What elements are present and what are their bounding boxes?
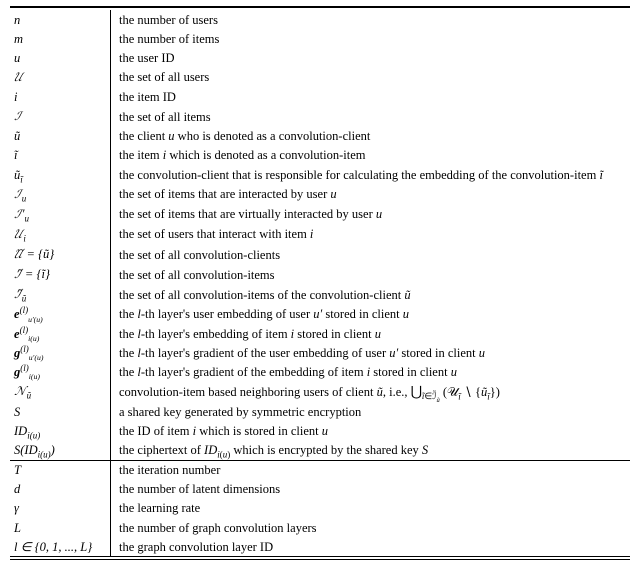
- table-row: ĩthe item i which is denoted as a convol…: [10, 146, 630, 165]
- symbol-cell: e(l)u′(u): [10, 305, 111, 324]
- description-cell: the set of items that are virtually inte…: [111, 204, 631, 224]
- description-cell: a shared key generated by symmetric encr…: [111, 402, 631, 421]
- symbol-cell: ũĩ: [10, 165, 111, 184]
- table-row: 𝒰̃ = {ũ}the set of all convolution-clien…: [10, 245, 630, 265]
- description-cell: the l-th layer's embedding of item i sto…: [111, 324, 631, 343]
- symbol-cell: i: [10, 88, 111, 107]
- table-row: Tthe iteration number: [10, 461, 630, 480]
- table-row: 𝒩ũconvolution-item based neighboring use…: [10, 381, 630, 402]
- description-cell: the item ID: [111, 88, 631, 107]
- table-row: g(l)u′(u)the l-th layer's gradient of th…: [10, 343, 630, 362]
- description-cell: the set of all convolution-clients: [111, 245, 631, 265]
- symbol-cell: ũ: [10, 127, 111, 146]
- table-row: nthe number of users: [10, 10, 630, 29]
- table-row: 𝒰ithe set of users that interact with it…: [10, 224, 630, 244]
- table-row: g(l)i(u)the l-th layer's gradient of the…: [10, 362, 630, 381]
- description-cell: the number of graph convolution layers: [111, 518, 631, 537]
- symbol-cell: g(l)u′(u): [10, 343, 111, 362]
- table-row: e(l)u′(u)the l-th layer's user embedding…: [10, 305, 630, 324]
- table-row: ℐ̃ũthe set of all convolution-items of t…: [10, 285, 630, 305]
- table-row: uthe user ID: [10, 48, 630, 67]
- symbol-cell: 𝒩ũ: [10, 381, 111, 402]
- description-cell: the set of users that interact with item…: [111, 224, 631, 244]
- symbol-cell: e(l)i(u): [10, 324, 111, 343]
- description-cell: the convolution-client that is responsib…: [111, 165, 631, 184]
- description-cell: the number of users: [111, 10, 631, 29]
- description-cell: the graph convolution layer ID: [111, 537, 631, 557]
- symbol-cell: l ∈ {0, 1, ..., L}: [10, 537, 111, 557]
- table-row: γthe learning rate: [10, 499, 630, 518]
- description-cell: the ID of item i which is stored in clie…: [111, 421, 631, 440]
- symbol-cell: 𝒰i: [10, 224, 111, 244]
- description-cell: the l-th layer's gradient of the embeddi…: [111, 362, 631, 381]
- symbol-cell: ℐ: [10, 107, 111, 127]
- symbol-cell: ℐ′u: [10, 204, 111, 224]
- notation-table: nthe number of usersmthe number of items…: [10, 6, 630, 560]
- description-cell: the set of all users: [111, 67, 631, 87]
- symbol-cell: ĩ: [10, 146, 111, 165]
- table-row: ℐ̃ = {ĩ}the set of all convolution-items: [10, 265, 630, 285]
- description-cell: the set of items that are interacted by …: [111, 184, 631, 204]
- symbol-cell: S(IDi(u)): [10, 441, 111, 461]
- table-row: S(IDi(u))the ciphertext of IDi(u) which …: [10, 441, 630, 461]
- table-row: ℐuthe set of items that are interacted b…: [10, 184, 630, 204]
- description-cell: the set of all items: [111, 107, 631, 127]
- description-cell: the user ID: [111, 48, 631, 67]
- symbol-cell: IDi(u): [10, 421, 111, 440]
- table-row: Sa shared key generated by symmetric enc…: [10, 402, 630, 421]
- symbol-cell: T: [10, 461, 111, 480]
- table-row: ℐthe set of all items: [10, 107, 630, 127]
- description-cell: the set of all convolution-items of the …: [111, 285, 631, 305]
- table-row: e(l)i(u)the l-th layer's embedding of it…: [10, 324, 630, 343]
- description-cell: the number of items: [111, 29, 631, 48]
- table-row: 𝒰the set of all users: [10, 67, 630, 87]
- symbol-cell: g(l)i(u): [10, 362, 111, 381]
- description-cell: the client u who is denoted as a convolu…: [111, 127, 631, 146]
- table-row: IDi(u)the ID of item i which is stored i…: [10, 421, 630, 440]
- description-cell: the set of all convolution-items: [111, 265, 631, 285]
- description-cell: the learning rate: [111, 499, 631, 518]
- table-row: ℐ′uthe set of items that are virtually i…: [10, 204, 630, 224]
- symbol-cell: ℐu: [10, 184, 111, 204]
- symbol-cell: 𝒰: [10, 67, 111, 87]
- table-row: ithe item ID: [10, 88, 630, 107]
- description-cell: the number of latent dimensions: [111, 480, 631, 499]
- table-row: mthe number of items: [10, 29, 630, 48]
- symbol-cell: ℐ̃ = {ĩ}: [10, 265, 111, 285]
- description-cell: the l-th layer's user embedding of user …: [111, 305, 631, 324]
- symbol-cell: ℐ̃ũ: [10, 285, 111, 305]
- symbol-cell: m: [10, 29, 111, 48]
- symbol-cell: 𝒰̃ = {ũ}: [10, 245, 111, 265]
- table-row: ũĩthe convolution-client that is respons…: [10, 165, 630, 184]
- table-row: dthe number of latent dimensions: [10, 480, 630, 499]
- symbol-cell: n: [10, 10, 111, 29]
- description-cell: the l-th layer's gradient of the user em…: [111, 343, 631, 362]
- table-row: Lthe number of graph convolution layers: [10, 518, 630, 537]
- symbol-cell: γ: [10, 499, 111, 518]
- description-cell: the iteration number: [111, 461, 631, 480]
- symbol-cell: S: [10, 402, 111, 421]
- description-cell: the item i which is denoted as a convolu…: [111, 146, 631, 165]
- symbol-cell: L: [10, 518, 111, 537]
- table-row: l ∈ {0, 1, ..., L}the graph convolution …: [10, 537, 630, 557]
- description-cell: convolution-item based neighboring users…: [111, 381, 631, 402]
- description-cell: the ciphertext of IDi(u) which is encryp…: [111, 441, 631, 461]
- symbol-cell: d: [10, 480, 111, 499]
- symbol-cell: u: [10, 48, 111, 67]
- table-row: ũthe client u who is denoted as a convol…: [10, 127, 630, 146]
